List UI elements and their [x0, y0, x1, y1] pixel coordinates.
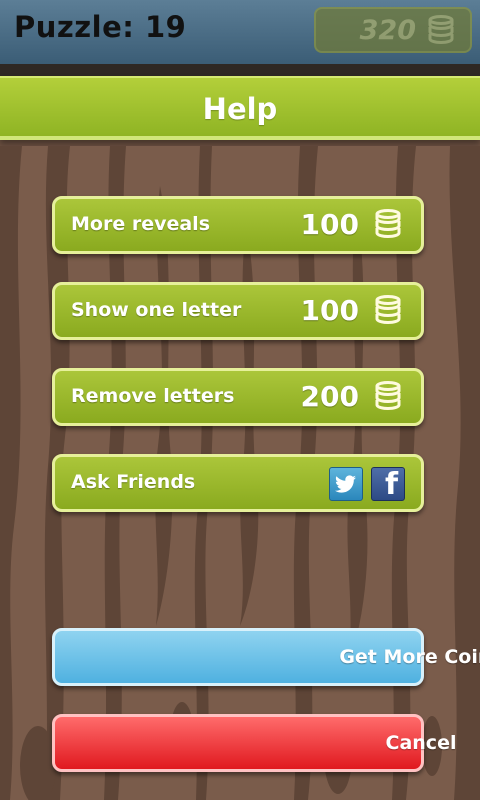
twitter-icon[interactable]	[329, 467, 363, 501]
more-reveals-button[interactable]: More reveals 100	[52, 196, 424, 254]
more-reveals-price: 100	[300, 208, 359, 241]
remove-letters-label: Remove letters	[71, 385, 235, 407]
help-header: Help	[0, 76, 480, 140]
puzzle-number-label: Puzzle: 19	[14, 10, 187, 44]
header-divider	[0, 64, 480, 76]
show-one-letter-price: 100	[300, 294, 359, 327]
get-more-coins-label: Get More Coins	[339, 646, 480, 668]
show-one-letter-button[interactable]: Show one letter 100	[52, 282, 424, 340]
coin-count: 320	[359, 15, 416, 46]
ask-friends-label: Ask Friends	[71, 471, 196, 493]
coin-balance: 320	[314, 7, 472, 53]
coin-stack-icon	[373, 381, 403, 419]
remove-letters-button[interactable]: Remove letters 200	[52, 368, 424, 426]
coin-stack-icon	[373, 295, 403, 333]
cancel-button[interactable]: Cancel	[52, 714, 456, 772]
help-title: Help	[202, 92, 278, 126]
cancel-label: Cancel	[385, 732, 457, 754]
ask-friends-button[interactable]: Ask Friends f	[52, 454, 424, 512]
more-reveals-label: More reveals	[71, 213, 211, 235]
top-bar: Puzzle: 19 320	[0, 0, 480, 64]
coin-stack-icon	[373, 209, 403, 247]
facebook-icon[interactable]: f	[371, 467, 405, 502]
get-more-coins-button[interactable]: Get More Coins	[52, 628, 480, 686]
remove-letters-price: 200	[300, 380, 359, 413]
show-one-letter-label: Show one letter	[71, 299, 242, 321]
coin-stack-icon	[426, 15, 456, 51]
